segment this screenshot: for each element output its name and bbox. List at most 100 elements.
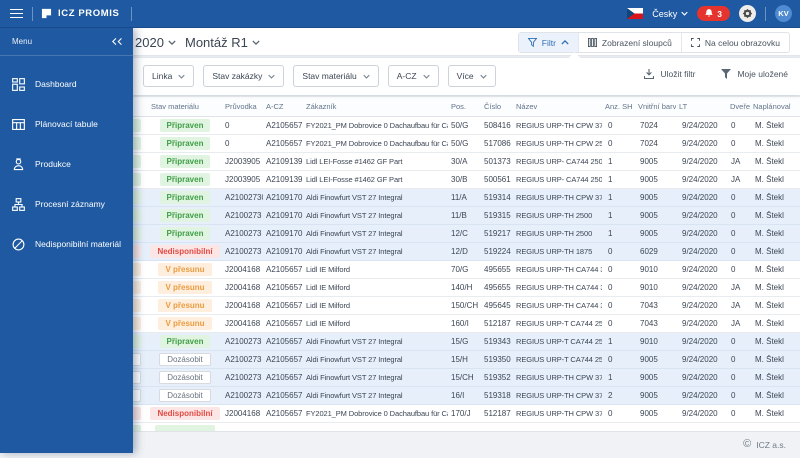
table-row[interactable]: Dozásobit A2100273 A2105657 Aldi Finowfurt … (60, 387, 800, 405)
table-row[interactable]: Nedisponibilní A2100273 A2109170 Aldi Finow… (60, 243, 800, 261)
process-records-icon (12, 197, 25, 211)
column-header[interactable]: Dveře (727, 102, 750, 111)
table-row[interactable]: V přesunu J2004168 A2105657 Lidl IE Milford… (60, 279, 800, 297)
filter-dropdown-a-cz[interactable]: A-CZ (387, 65, 439, 87)
filter-toggle-button[interactable]: Filtr (518, 33, 578, 52)
table-row[interactable]: Připraven A21002730 A2109170 Aldi Finowfurt… (60, 189, 800, 207)
table-row[interactable]: Připraven A2100273 A2109170 Aldi Finowfurt … (60, 207, 800, 225)
sidebar-item-label: Nedisponibilní materiál (35, 239, 121, 249)
cell-stav-materialu: Připraven (148, 137, 222, 150)
cell-cislo: 519350 (484, 355, 511, 364)
sidebar-item-dashboard[interactable]: Dashboard (0, 64, 133, 104)
cell-dvere: 0 (731, 409, 736, 418)
cell-a-cz: A2109170 (266, 247, 303, 256)
column-header[interactable]: Stav materiálu (148, 102, 222, 111)
material-status-badge: Připraven (159, 335, 211, 348)
column-header[interactable]: Průvodka (222, 102, 263, 111)
cell-anz-sh: 0 (608, 355, 613, 364)
table-row-partial[interactable] (60, 423, 800, 431)
cell-dvere: 0 (731, 229, 736, 238)
my-saved-filters-button[interactable]: Moje uložené (721, 69, 788, 79)
cell-nazev: REGIUS URP-TH 2500 (516, 229, 593, 238)
cell-pos: 140/H (451, 283, 473, 292)
cell-pos: 30/A (451, 157, 468, 166)
column-header[interactable]: Naplánoval (750, 102, 800, 111)
column-header[interactable]: Zákazník (303, 102, 448, 111)
cell-cislo: 512187 (484, 319, 511, 328)
user-avatar[interactable]: KV (775, 5, 792, 22)
table-row[interactable]: Připraven J2003905 A2109139 Lidl LEI-Fosse … (60, 171, 800, 189)
line-selector[interactable]: Montáž R1 (185, 35, 260, 50)
sidebar-item-procesni-zaznamy[interactable]: Procesní záznamy (0, 184, 133, 224)
material-status-badge: Připraven (159, 227, 211, 240)
sidebar-item-nedisponibilni-material[interactable]: Nedisponibilní materiál (0, 224, 133, 264)
collapse-sidebar-icon[interactable] (112, 37, 123, 46)
app-logo[interactable]: ICZ PROMIS (33, 8, 131, 19)
top-bar: ICZ PROMIS Česky 3 KV (0, 0, 800, 28)
cell-stav-materialu: Připraven (148, 155, 222, 168)
filter-dropdown-label: Stav zakázky (212, 71, 263, 81)
sidebar-menu-header: Menu (0, 28, 133, 56)
table-row[interactable]: Dozásobit A2100273 A2105657 Aldi Finowfurt … (60, 369, 800, 387)
menu-label: Menu (12, 37, 33, 46)
table-row[interactable]: V přesunu J2004168 A2105657 Lidl IE Milford… (60, 297, 800, 315)
language-selector[interactable]: Česky (652, 9, 688, 19)
material-status-badge: V přesunu (158, 299, 212, 312)
table-row[interactable]: Připraven J2003905 A2109139 Lidl LEI-Fosse … (60, 153, 800, 171)
funnel-icon (527, 38, 537, 47)
fullscreen-button[interactable]: Na celou obrazovku (680, 33, 789, 52)
cell-vnitrni-barva: 9010 (640, 283, 658, 292)
cell-lt: 9/24/2020 (682, 265, 718, 274)
date-label: 2020 (135, 35, 164, 50)
material-status-badge: Připraven (159, 119, 211, 132)
cell-lt: 9/24/2020 (682, 211, 718, 220)
notifications-button[interactable]: 3 (697, 6, 730, 21)
cell-nazev: REGIUS URP-TH CPW 3750 (516, 121, 602, 130)
column-header[interactable]: Název (513, 102, 602, 111)
table-row[interactable]: Připraven 0 A2105657 FY2021_PM Dobrovice 0 … (60, 135, 800, 153)
cell-vnitrni-barva: 9005 (640, 373, 658, 382)
sidebar-item-produkce[interactable]: Produkce (0, 144, 133, 184)
cell-lt: 9/24/2020 (682, 121, 718, 130)
table-row[interactable]: V přesunu J2004168 A2105657 Lidl IE Milford… (60, 261, 800, 279)
cell-naplanoval: M. Štekl (755, 229, 784, 238)
cell-a-cz: A2105657 (266, 409, 303, 418)
column-header[interactable]: Anz. SH (602, 102, 635, 111)
sidebar-item-planovaci-tabule[interactable]: Plánovací tabule (0, 104, 133, 144)
column-header[interactable]: A-CZ (263, 102, 303, 111)
table-row[interactable]: Dozásobit A2100273 A2105657 Aldi Finowfurt … (60, 351, 800, 369)
save-filter-button[interactable]: Uložit filtr (644, 69, 695, 79)
settings-button[interactable] (739, 5, 756, 22)
cell-stav-materialu: Připraven (148, 119, 222, 132)
cell-cislo: 508416 (484, 121, 511, 130)
cell-anz-sh: 0 (608, 247, 613, 256)
table-row[interactable]: Nedisponibilní J2004168 A2105657 FY2021_PM … (60, 405, 800, 423)
date-selector[interactable]: 2020 (135, 35, 176, 50)
table-row[interactable]: V přesunu J2004168 A2105657 Lidl IE Milford… (60, 315, 800, 333)
cell-vnitrni-barva: 7043 (640, 319, 658, 328)
material-status-badge: Dozásobit (159, 353, 211, 366)
columns-visibility-button[interactable]: Zobrazení sloupců (577, 33, 681, 52)
filter-dropdown-stav-materi-lu[interactable]: Stav materiálu (293, 65, 379, 87)
filter-dropdown-linka[interactable]: Linka (143, 65, 195, 87)
column-header[interactable]: Číslo (481, 102, 513, 111)
chevron-down-icon (168, 40, 176, 45)
language-label: Česky (652, 8, 678, 19)
table-row[interactable]: Připraven A2100273 A2109170 Aldi Finowfurt … (60, 225, 800, 243)
column-header[interactable]: Pos. (448, 102, 481, 111)
cell-a-cz: A2105657 (266, 121, 303, 130)
column-header[interactable]: LT (676, 102, 727, 111)
material-status-badge: Připraven (159, 137, 211, 150)
cell-zakaznik: Aldi Finowfurt VST 27 Integral (306, 355, 403, 364)
table-row[interactable]: Připraven A2100273 A2105657 Aldi Finowfurt … (60, 333, 800, 351)
filter-dropdown-stav-zak-zky[interactable]: Stav zakázky (203, 65, 285, 87)
cell-pruvodka: J2004168 (225, 301, 261, 310)
cell-nazev: REGIUS URP-TH CPW 3750 (516, 373, 602, 382)
column-header[interactable]: Vnitřní barva (635, 102, 676, 111)
table-row[interactable]: Připraven 0 A2105657 FY2021_PM Dobrovice 0 … (60, 117, 800, 135)
filter-dropdown-v-ce[interactable]: Více (447, 65, 496, 87)
hamburger-menu-icon[interactable] (0, 8, 32, 19)
cell-anz-sh: 1 (608, 157, 613, 166)
cell-pos: 170/J (451, 409, 471, 418)
sidebar-item-label: Dashboard (35, 79, 77, 89)
